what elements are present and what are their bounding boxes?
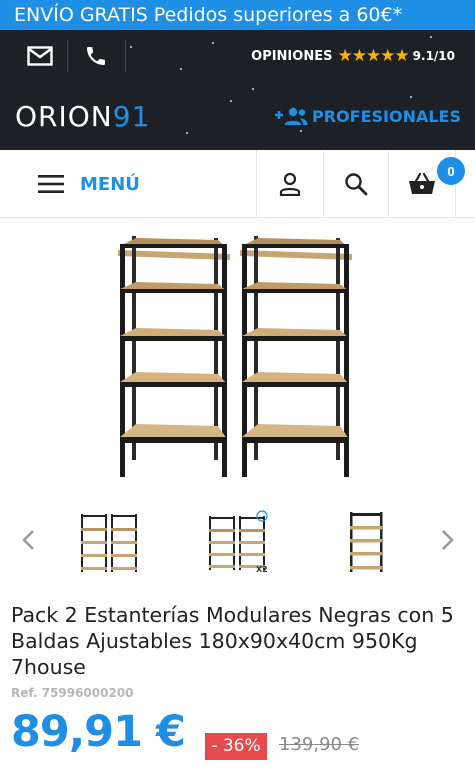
menu-label: MENÚ	[80, 173, 140, 195]
search-button[interactable]	[324, 150, 388, 218]
decor-dot	[212, 42, 214, 44]
product-price: 89,91 €	[11, 707, 186, 757]
add-user-icon	[274, 107, 308, 125]
product-ref: Ref. 75996000200	[11, 686, 134, 700]
menu-button[interactable]: MENÚ	[38, 150, 140, 218]
search-icon	[345, 173, 368, 196]
discount-badge: - 36%	[205, 733, 267, 760]
account-button[interactable]	[257, 150, 323, 218]
product-title: Pack 2 Estanterías Modulares Negras con …	[11, 603, 454, 679]
thumbnail-2[interactable]: X2	[206, 508, 270, 574]
hamburger-icon	[38, 175, 64, 193]
phone-button[interactable]	[68, 30, 124, 82]
decor-dot	[130, 46, 132, 48]
mail-button[interactable]	[14, 30, 66, 82]
user-icon	[279, 172, 301, 196]
decor-dot	[230, 100, 232, 102]
thumbnail-1[interactable]	[78, 508, 140, 574]
thumbnail-carousel: X2	[0, 500, 475, 580]
site-logo[interactable]: ORION 91	[15, 99, 151, 133]
brand-bar: ORION 91 PROFESIONALES	[0, 82, 475, 150]
phone-icon	[87, 47, 105, 65]
chevron-left-icon	[22, 530, 34, 550]
reviews-link[interactable]: OPINIONES ★★★★★ 9.1/10	[251, 30, 455, 82]
product-image[interactable]	[106, 228, 366, 483]
promo-banner[interactable]: ENVÍO GRATIS Pedidos superiores a 60€*	[0, 0, 475, 30]
cart-icon	[409, 172, 435, 194]
professionals-link[interactable]: PROFESIONALES	[274, 82, 461, 150]
carousel-next[interactable]	[428, 500, 468, 580]
logo-text: ORION	[15, 99, 113, 133]
mail-icon	[27, 46, 53, 66]
rating-score: 9.1/10	[412, 49, 455, 63]
decor-dot	[180, 68, 182, 70]
reviews-label: OPINIONES	[251, 48, 333, 64]
divider	[125, 40, 126, 72]
old-price: 139,90 €	[279, 734, 360, 755]
decor-dot	[186, 132, 188, 134]
decor-dot	[252, 88, 254, 90]
carousel-prev[interactable]	[8, 500, 48, 580]
promo-text: ENVÍO GRATIS Pedidos superiores a 60€*	[14, 4, 403, 26]
thumbnail-badge: X2	[256, 565, 268, 574]
logo-number: 91	[112, 99, 151, 133]
professionals-label: PROFESIONALES	[311, 106, 461, 126]
cart-count-badge: 0	[437, 157, 465, 185]
rating-stars: ★★★★★	[337, 46, 409, 66]
thumbnail-3[interactable]	[340, 508, 396, 574]
contact-bar: OPINIONES ★★★★★ 9.1/10	[0, 30, 475, 82]
chevron-right-icon	[442, 530, 454, 550]
main-nav: MENÚ	[0, 150, 475, 218]
